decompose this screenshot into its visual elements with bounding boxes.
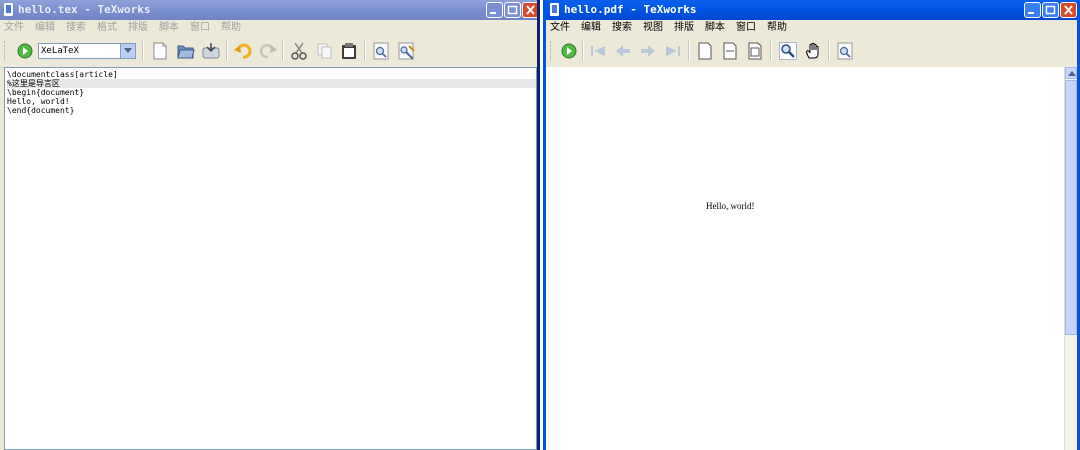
- toolbar-separator: [828, 41, 830, 61]
- toolbar-separator: [142, 41, 144, 61]
- toolbar-separator: [226, 41, 228, 61]
- close-button[interactable]: [522, 2, 537, 18]
- menu-file[interactable]: 文件: [4, 22, 24, 33]
- paste-icon[interactable]: [340, 42, 358, 60]
- hand-icon[interactable]: [804, 42, 822, 60]
- menu-scripts[interactable]: 脚本: [705, 22, 725, 33]
- title-bar[interactable]: hello.tex - TeXworks: [0, 0, 537, 20]
- pdf-viewer[interactable]: Hello, world!: [546, 67, 1065, 450]
- typeset-icon[interactable]: [16, 42, 34, 60]
- redo-icon[interactable]: [259, 42, 277, 60]
- menu-edit[interactable]: 编辑: [581, 22, 601, 33]
- chevron-down-icon[interactable]: [120, 44, 135, 58]
- copy-icon[interactable]: [316, 42, 334, 60]
- preview-toolbar: [546, 35, 1077, 68]
- fit-width-icon[interactable]: [721, 42, 739, 60]
- maximize-button[interactable]: [1042, 2, 1059, 18]
- editor-line: Hello, world!: [7, 97, 70, 106]
- title-bar[interactable]: hello.pdf - TeXworks: [546, 0, 1077, 20]
- toolbar-grip[interactable]: [550, 41, 554, 61]
- editor-line: \documentclass[article]: [7, 70, 118, 79]
- maximize-button[interactable]: [504, 2, 521, 18]
- menu-view[interactable]: 视图: [643, 22, 663, 33]
- menu-search[interactable]: 搜索: [66, 22, 86, 33]
- vertical-scrollbar[interactable]: [1064, 67, 1077, 450]
- menu-typeset[interactable]: 排版: [674, 22, 694, 33]
- toolbar-separator: [282, 41, 284, 61]
- first-page-icon[interactable]: [589, 42, 607, 60]
- menu-bar: 文件 编辑 搜索 格式 排版 脚本 窗口 帮助: [0, 20, 537, 35]
- menu-scripts[interactable]: 脚本: [159, 22, 179, 33]
- editor-line: \end{document}: [7, 106, 75, 115]
- find-icon[interactable]: [372, 42, 390, 60]
- actual-size-icon[interactable]: [696, 42, 714, 60]
- undo-icon[interactable]: [234, 42, 252, 60]
- engine-select[interactable]: XeLaTeX: [38, 43, 136, 59]
- window-title: hello.pdf - TeXworks: [564, 3, 697, 16]
- replace-icon[interactable]: [397, 42, 415, 60]
- engine-value: XeLaTeX: [41, 46, 79, 56]
- scrollbar-thumb[interactable]: [1065, 80, 1077, 335]
- texworks-app-icon: [550, 3, 559, 16]
- open-folder-icon[interactable]: [177, 42, 195, 60]
- magnify-icon[interactable]: [779, 42, 797, 60]
- toolbar-separator: [582, 41, 584, 61]
- editor-toolbar: XeLaTeX: [0, 35, 537, 68]
- menu-help[interactable]: 帮助: [767, 22, 787, 33]
- toolbar-separator: [688, 41, 690, 61]
- menu-format[interactable]: 格式: [97, 22, 117, 33]
- menu-window[interactable]: 窗口: [736, 22, 756, 33]
- menu-window[interactable]: 窗口: [190, 22, 210, 33]
- texworks-app-icon: [4, 3, 13, 16]
- menu-edit[interactable]: 编辑: [35, 22, 55, 33]
- source-editor[interactable]: \documentclass[article] %这里是导言区 \begin{d…: [4, 67, 537, 450]
- window-title: hello.tex - TeXworks: [18, 3, 151, 16]
- toolbar-separator: [770, 41, 772, 61]
- minimize-button[interactable]: [486, 2, 503, 18]
- editor-line: \begin{document}: [7, 88, 85, 97]
- typeset-icon[interactable]: [560, 42, 578, 60]
- fit-window-icon[interactable]: [746, 42, 764, 60]
- next-page-icon[interactable]: [639, 42, 657, 60]
- scroll-up-icon[interactable]: [1065, 67, 1077, 79]
- editor-line-current: %这里是导言区: [7, 79, 536, 88]
- cut-icon[interactable]: [290, 42, 308, 60]
- pdf-preview-window: hello.pdf - TeXworks 文件 编辑 搜索 视图 排版 脚本 窗口 帮助 He…: [543, 0, 1080, 450]
- toolbar-separator: [364, 41, 366, 61]
- pdf-page-text: Hello, world!: [706, 201, 755, 211]
- menu-help[interactable]: 帮助: [221, 22, 241, 33]
- menu-search[interactable]: 搜索: [612, 22, 632, 33]
- find-icon[interactable]: [836, 42, 854, 60]
- save-icon[interactable]: [202, 42, 220, 60]
- prev-page-icon[interactable]: [614, 42, 632, 60]
- last-page-icon[interactable]: [664, 42, 682, 60]
- menu-file[interactable]: 文件: [550, 22, 570, 33]
- tex-editor-window: hello.tex - TeXworks 文件 编辑 搜索 格式 排版 脚本 窗口 帮助 Xe…: [0, 0, 540, 450]
- new-file-icon[interactable]: [151, 42, 169, 60]
- menu-bar: 文件 编辑 搜索 视图 排版 脚本 窗口 帮助: [546, 20, 1077, 35]
- menu-typeset[interactable]: 排版: [128, 22, 148, 33]
- close-button[interactable]: [1060, 2, 1077, 18]
- minimize-button[interactable]: [1024, 2, 1041, 18]
- toolbar-grip[interactable]: [4, 41, 8, 61]
